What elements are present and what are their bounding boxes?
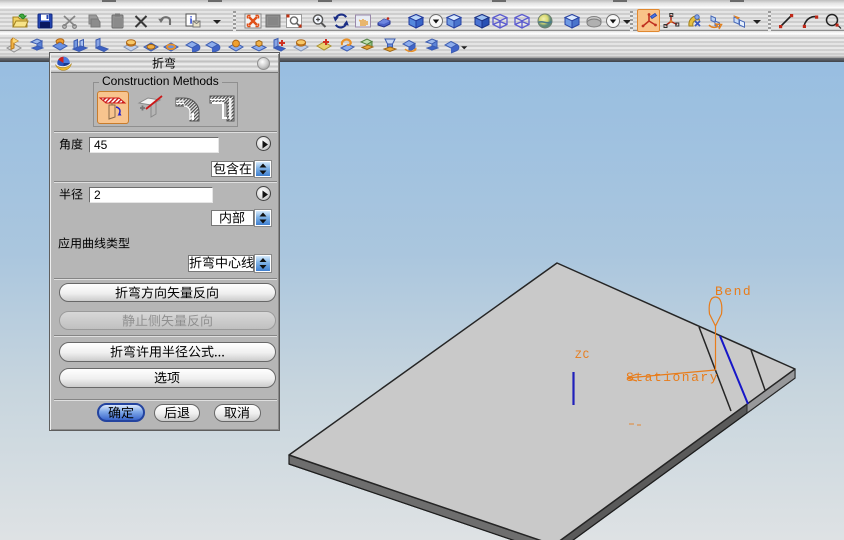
svg-text:Stationary: Stationary	[626, 370, 719, 385]
svg-text:Bend: Bend	[715, 284, 752, 299]
svg-text:ZC: ZC	[575, 350, 590, 362]
